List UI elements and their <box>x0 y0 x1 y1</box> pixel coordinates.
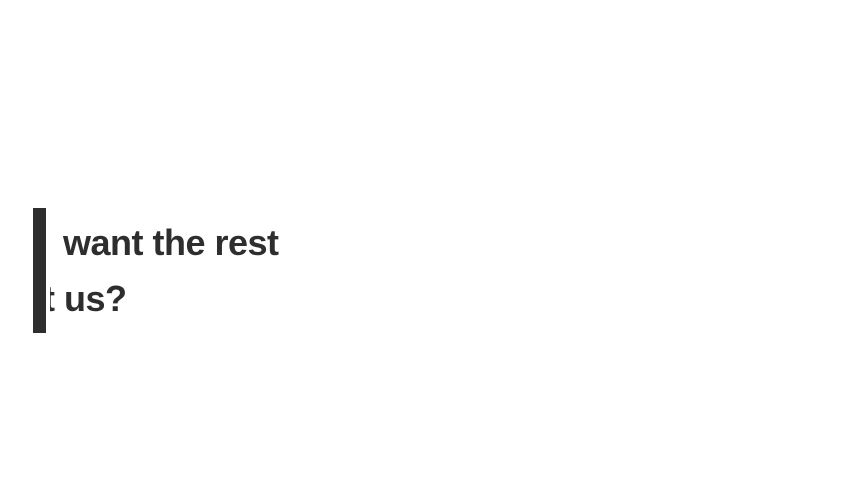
caption-line-2: t us? <box>50 278 127 319</box>
video-frame: want the rest t us? <box>0 0 854 480</box>
caption-accent-bar <box>33 208 46 333</box>
caption-line-1: want the rest <box>63 222 279 263</box>
caption-reveal-window: want the rest t us? <box>50 208 550 333</box>
